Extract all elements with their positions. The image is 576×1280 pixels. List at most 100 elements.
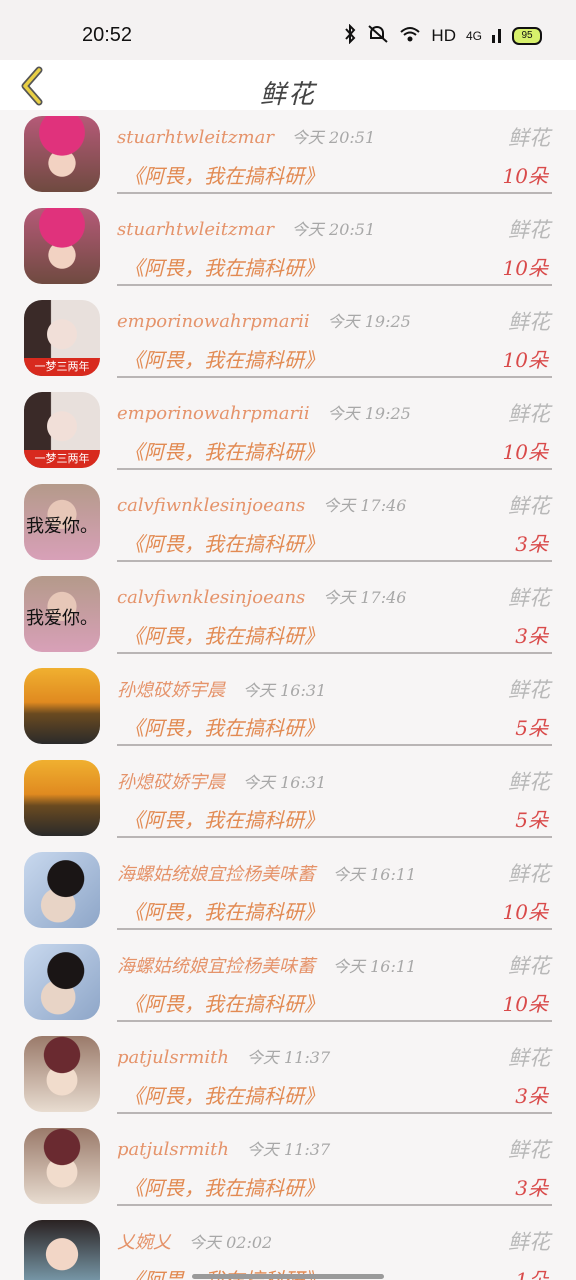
- gift-type: 鲜花: [508, 586, 550, 610]
- gift-quantity: 3朵: [515, 532, 548, 556]
- user-line: 孙熄砹娇宇晨 今天 16:31: [117, 768, 326, 794]
- timestamp: 今天 17:46: [323, 588, 407, 607]
- status-icons: HD 4G 95: [343, 23, 542, 49]
- status-time: 20:52: [82, 24, 133, 46]
- gift-quantity: 10朵: [502, 992, 548, 1016]
- book-title[interactable]: 《阿畏，我在搞科研》: [124, 712, 324, 741]
- list-item[interactable]: 我爱你。 calvfiwnklesinjoeans 今天 17:46 鲜花《阿畏，我在…: [0, 478, 576, 570]
- timestamp: 今天 17:46: [323, 496, 407, 515]
- avatar[interactable]: 我爱你。: [24, 484, 100, 560]
- gift-type: 鲜花: [508, 218, 550, 242]
- username[interactable]: 乂婉乂: [117, 1232, 171, 1253]
- username[interactable]: emporinowahrpmarii: [117, 311, 310, 332]
- avatar-caption: 我爱你。: [26, 608, 98, 629]
- book-title[interactable]: 《阿畏，我在搞科研》: [124, 160, 324, 189]
- timestamp: 今天 16:11: [333, 957, 417, 976]
- gift-list: stuarhtwleitzmar 今天 20:51 鲜花 《阿畏，我在搞科研》 10朵 s…: [0, 110, 576, 1280]
- list-item[interactable]: 一梦三两年 emporinowahrpmarii 今天 19:25 鲜花《阿畏，我在搞…: [0, 294, 576, 386]
- timestamp: 今天 20:51: [291, 220, 376, 239]
- book-title[interactable]: 《阿畏，我在搞科研》: [124, 1172, 324, 1201]
- avatar[interactable]: [24, 668, 100, 744]
- home-indicator[interactable]: [192, 1274, 384, 1279]
- book-title[interactable]: 《阿畏，我在搞科研》: [124, 804, 324, 833]
- mute-icon: [367, 24, 389, 49]
- timestamp: 今天 19:25: [327, 404, 411, 423]
- gift-quantity: 3朵: [515, 624, 548, 648]
- list-item[interactable]: stuarhtwleitzmar 今天 20:51 鲜花《阿畏，我在搞科研》 10朵: [0, 202, 576, 294]
- hd-label: HD: [431, 26, 456, 45]
- list-item[interactable]: 乂婉乂今天 02:02鲜花《阿畏，我在搞科研》1朵: [0, 1214, 576, 1280]
- list-item[interactable]: stuarhtwleitzmar 今天 20:51 鲜花 《阿畏，我在搞科研》 10朵: [0, 110, 576, 202]
- divider: [117, 744, 552, 746]
- username[interactable]: emporinowahrpmarii: [117, 403, 310, 424]
- user-line: patjulsrmith 今天 11:37: [117, 1044, 330, 1068]
- username[interactable]: 海螺姑统娘宜捡杨美味蓄: [117, 956, 315, 977]
- book-title[interactable]: 《阿畏，我在搞科研》: [124, 436, 324, 465]
- gift-quantity: 5朵: [515, 808, 548, 832]
- list-item[interactable]: patjulsrmith 今天 11:37 鲜花《阿畏，我在搞科研》 3朵: [0, 1030, 576, 1122]
- list-item[interactable]: 海螺姑统娘宜捡杨美味蓄 今天 16:11 鲜花 《阿畏，我在搞科研》 10朵: [0, 938, 576, 1030]
- gift-type: 鲜花: [508, 770, 550, 794]
- gift-quantity: 1朵: [515, 1268, 548, 1280]
- book-title[interactable]: 《阿畏，我在搞科研》: [124, 252, 324, 281]
- user-line: calvfiwnklesinjoeans 今天 17:46: [117, 584, 406, 608]
- divider: [117, 836, 552, 838]
- list-item[interactable]: 孙熄砹娇宇晨 今天 16:31 鲜花《阿畏，我在搞科研》 5朵: [0, 754, 576, 846]
- username[interactable]: patjulsrmith: [117, 1047, 229, 1068]
- user-line: 海螺姑统娘宜捡杨美味蓄 今天 16:11: [117, 860, 416, 886]
- timestamp: 今天 20:51: [291, 128, 376, 147]
- list-item[interactable]: 海螺姑统娘宜捡杨美味蓄 今天 16:11 鲜花 《阿畏，我在搞科研》 10朵: [0, 846, 576, 938]
- avatar[interactable]: [24, 1128, 100, 1204]
- book-title[interactable]: 《阿畏，我在搞科研》: [124, 1080, 324, 1109]
- timestamp: 今天 19:25: [327, 312, 411, 331]
- user-line: 孙熄砹娇宇晨 今天 16:31: [117, 676, 326, 702]
- username[interactable]: stuarhtwleitzmar: [117, 127, 274, 148]
- avatar[interactable]: [24, 1036, 100, 1112]
- avatar[interactable]: [24, 944, 100, 1020]
- gift-quantity: 3朵: [515, 1084, 548, 1108]
- divider: [117, 652, 552, 654]
- timestamp: 今天 16:31: [243, 773, 327, 792]
- divider: [117, 468, 552, 470]
- username[interactable]: 海螺姑统娘宜捡杨美味蓄: [117, 864, 315, 885]
- gift-type: 鲜花: [508, 1230, 550, 1254]
- avatar[interactable]: 一梦三两年: [24, 300, 100, 376]
- avatar[interactable]: [24, 760, 100, 836]
- gift-quantity: 5朵: [515, 716, 548, 740]
- avatar[interactable]: [24, 1220, 100, 1280]
- divider: [117, 284, 552, 286]
- gift-type: 鲜花: [508, 1046, 550, 1070]
- username[interactable]: calvfiwnklesinjoeans: [117, 587, 305, 608]
- avatar[interactable]: [24, 116, 100, 192]
- divider: [117, 560, 552, 562]
- nav-bar: 鲜花: [0, 60, 576, 110]
- list-item[interactable]: 孙熄砹娇宇晨 今天 16:31 鲜花 《阿畏，我在搞科研》 5朵: [0, 662, 576, 754]
- username[interactable]: calvfiwnklesinjoeans: [117, 495, 305, 516]
- gift-type: 鲜花: [508, 310, 550, 334]
- signal-icon: [492, 25, 502, 48]
- status-bar: 20:52 HD 4G 95: [0, 0, 576, 60]
- user-line: 海螺姑统娘宜捡杨美味蓄 今天 16:11: [117, 952, 416, 978]
- list-item[interactable]: 一梦三两年 emporinowahrpmarii 今天 19:25 鲜花 《阿畏，我在搞…: [0, 386, 576, 478]
- timestamp: 今天 02:02: [189, 1233, 273, 1252]
- list-item[interactable]: 我爱你。 calvfiwnklesinjoeans 今天 17:46 鲜花《阿畏，我在…: [0, 570, 576, 662]
- book-title[interactable]: 《阿畏，我在搞科研》: [124, 344, 324, 373]
- avatar[interactable]: [24, 208, 100, 284]
- avatar[interactable]: 一梦三两年: [24, 392, 100, 468]
- list-item[interactable]: patjulsrmith 今天 11:37 鲜花 《阿畏，我在搞科研》 3朵: [0, 1122, 576, 1214]
- username[interactable]: 孙熄砹娇宇晨: [117, 680, 225, 701]
- avatar-caption: 一梦三两年: [24, 358, 100, 376]
- network-label: 4G: [465, 29, 482, 43]
- gift-quantity: 10朵: [502, 256, 548, 280]
- book-title[interactable]: 《阿畏，我在搞科研》: [124, 620, 324, 649]
- gift-type: 鲜花: [508, 494, 550, 518]
- avatar[interactable]: [24, 852, 100, 928]
- username[interactable]: stuarhtwleitzmar: [117, 219, 274, 240]
- username[interactable]: patjulsrmith: [117, 1139, 229, 1160]
- book-title[interactable]: 《阿畏，我在搞科研》: [124, 896, 324, 925]
- username[interactable]: 孙熄砹娇宇晨: [117, 772, 225, 793]
- avatar[interactable]: 我爱你。: [24, 576, 100, 652]
- wifi-icon: [399, 25, 421, 48]
- book-title[interactable]: 《阿畏，我在搞科研》: [124, 988, 324, 1017]
- book-title[interactable]: 《阿畏，我在搞科研》: [124, 528, 324, 557]
